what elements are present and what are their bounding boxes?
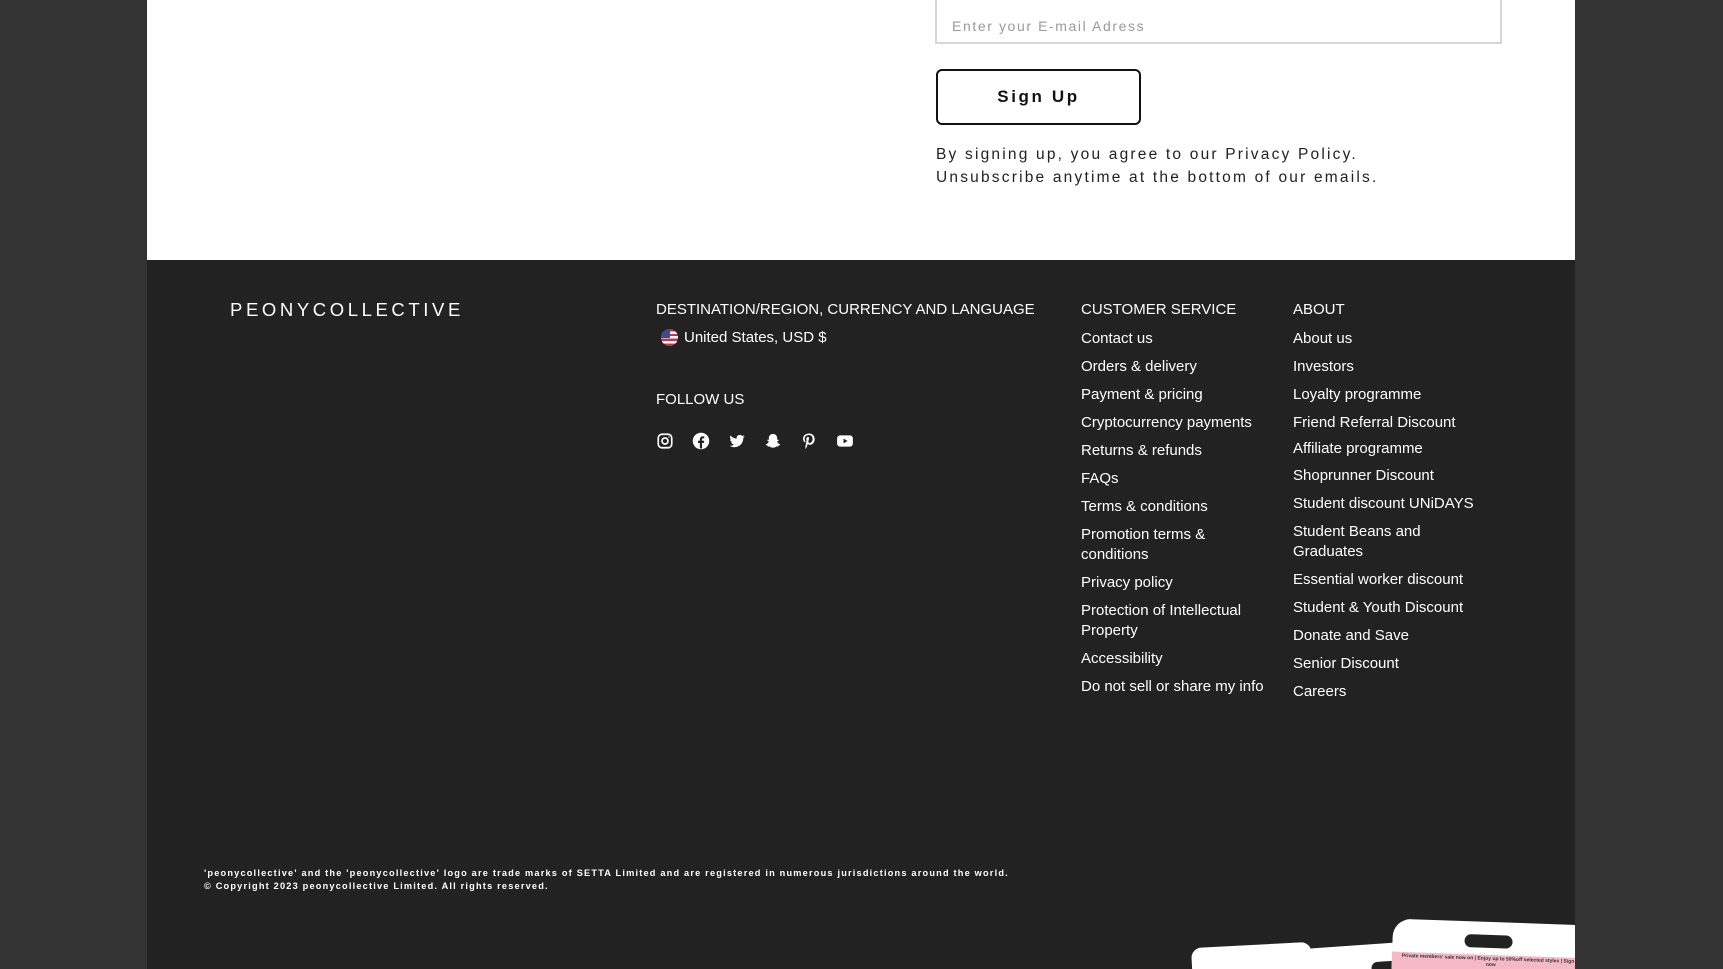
consent-line-1: By signing up, you agree to our Privacy … [936,146,1358,163]
customer-service-heading: CUSTOMER SERVICE [1081,301,1237,318]
link-loyalty-programme[interactable]: Loyalty programme [1293,385,1483,405]
card-slot [1464,934,1513,949]
about-links: About us Investors Loyalty programme Fri… [1293,329,1483,702]
card-front: Private members' sale now on | Enjoy up … [1390,918,1575,969]
newsletter-section: Sign Up By signing up, you agree to our … [147,0,1575,260]
card-back [1191,941,1313,969]
follow-us-heading: FOLLOW US [656,391,745,408]
link-student-unidays[interactable]: Student discount UNiDAYS [1293,494,1483,514]
facebook-icon[interactable] [692,432,710,450]
link-intellectual-property[interactable]: Protection of Intellectual Property [1081,601,1269,641]
membership-cards-graphic: Private members' sale now on | Enjoy up … [1037,915,1575,969]
youtube-icon[interactable] [836,432,854,450]
region-selected-value: United States, USD $ [684,329,827,346]
link-orders-delivery[interactable]: Orders & delivery [1081,357,1269,377]
consent-line-2: Unsubscribe anytime at the bottom of our… [936,169,1379,186]
link-privacy-policy[interactable]: Privacy policy [1081,573,1269,593]
copyright-text: © Copyright 2023 peonycollective Limited… [204,881,549,891]
link-friend-referral[interactable]: Friend Referral Discount [1293,413,1483,433]
snapchat-icon[interactable] [764,432,782,450]
link-careers[interactable]: Careers [1293,682,1483,702]
link-senior-discount[interactable]: Senior Discount [1293,654,1483,674]
sign-up-button[interactable]: Sign Up [936,69,1141,125]
legal-notice: 'peonycollective' and the 'peonycollecti… [204,867,1009,893]
page: Sign Up By signing up, you agree to our … [147,0,1575,969]
brand-logo[interactable]: PEONYCOLLECTIVE [230,299,464,321]
region-selector[interactable]: United States, USD $ [656,329,827,346]
signup-consent-text: By signing up, you agree to our Privacy … [936,143,1496,189]
instagram-icon[interactable] [656,432,674,450]
link-essential-worker[interactable]: Essential worker discount [1293,570,1483,590]
link-about-us[interactable]: About us [1293,329,1483,349]
link-accessibility[interactable]: Accessibility [1081,649,1269,669]
link-payment-pricing[interactable]: Payment & pricing [1081,385,1269,405]
about-heading: ABOUT [1293,301,1345,318]
us-flag-icon [661,329,678,346]
trademark-text: 'peonycollective' and the 'peonycollecti… [204,868,1009,878]
email-field[interactable] [935,0,1502,44]
link-returns-refunds[interactable]: Returns & refunds [1081,441,1269,461]
link-affiliate-programme[interactable]: Affiliate programme [1293,439,1483,459]
link-shoprunner[interactable]: Shoprunner Discount [1293,466,1483,486]
customer-service-links: Contact us Orders & delivery Payment & p… [1081,329,1269,697]
social-links [656,432,854,450]
region-heading: DESTINATION/REGION, CURRENCY AND LANGUAG… [656,301,1035,318]
link-contact-us[interactable]: Contact us [1081,329,1269,349]
link-student-beans[interactable]: Student Beans and Graduates [1293,522,1483,562]
link-promotion-terms[interactable]: Promotion terms & conditions [1081,525,1269,565]
link-terms-conditions[interactable]: Terms & conditions [1081,497,1269,517]
link-do-not-sell[interactable]: Do not sell or share my info [1081,677,1269,697]
link-cryptocurrency-payments[interactable]: Cryptocurrency payments [1081,413,1269,433]
link-donate-save[interactable]: Donate and Save [1293,626,1483,646]
link-student-youth[interactable]: Student & Youth Discount [1293,598,1483,618]
link-faqs[interactable]: FAQs [1081,469,1269,489]
pinterest-icon[interactable] [800,432,818,450]
link-investors[interactable]: Investors [1293,357,1483,377]
twitter-icon[interactable] [728,432,746,450]
